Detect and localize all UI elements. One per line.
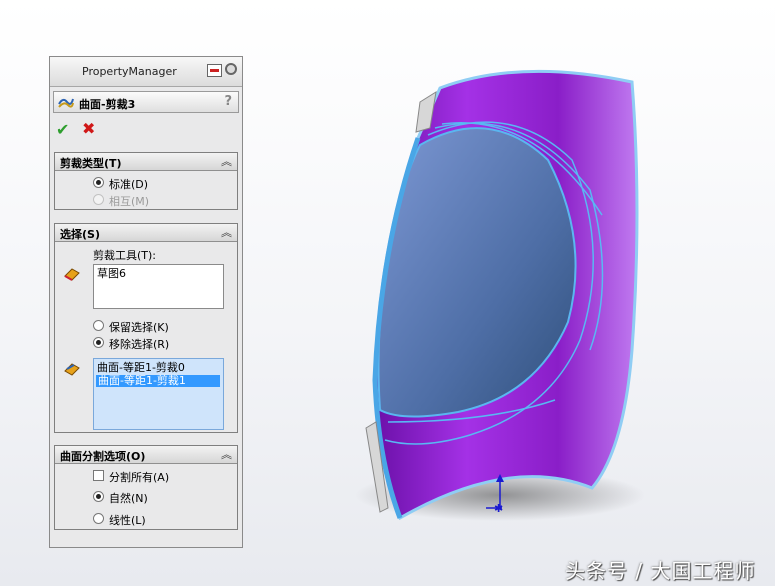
collapse-chevron-icon[interactable]: ︽ (221, 224, 232, 240)
radio-dot[interactable] (93, 491, 104, 502)
trim-tool-listbox[interactable]: 草图6 (93, 264, 224, 309)
radio-keep-label: 保留选择(K) (109, 321, 169, 334)
feature-title: 曲面-剪裁3 (79, 98, 136, 111)
radio-dot[interactable] (93, 513, 104, 524)
surface-split-header[interactable]: 曲面分割选项(O) ︽ (55, 446, 237, 464)
checkbox-split-all-label: 分割所有(A) (109, 471, 170, 484)
radio-dot[interactable] (93, 177, 104, 188)
surface-split-group: 曲面分割选项(O) ︽ 分割所有(A) 自然(N) 线性(L) (54, 445, 238, 530)
pin-icon[interactable] (225, 63, 237, 75)
watermark: 头条号 / 大国工程师 (565, 559, 756, 583)
checkbox-box[interactable] (93, 470, 104, 481)
panel-title: PropertyManager (82, 65, 177, 78)
list-item-selected[interactable]: 曲面-等距1-剪裁1 (96, 375, 220, 387)
ok-button[interactable]: ✔ (56, 120, 69, 139)
list-item[interactable]: 曲面-等距1-剪裁0 (97, 362, 185, 374)
list-item[interactable]: 草图6 (97, 268, 126, 280)
model-viewport[interactable]: ✱ (340, 50, 660, 530)
display-toggle-icon[interactable] (207, 64, 222, 77)
radio-dot (93, 194, 104, 205)
property-manager-panel: PropertyManager 曲面-剪裁3 ? ✔ ✖ 剪裁类型(T) ︽ 标… (49, 56, 243, 548)
feature-title-bar: 曲面-剪裁3 ? (53, 91, 239, 113)
selections-title: 选择(S) (60, 228, 100, 241)
radio-linear-label: 线性(L) (109, 514, 146, 527)
surface-trim-icon (58, 98, 74, 108)
cancel-button[interactable]: ✖ (82, 119, 95, 138)
collapse-chevron-icon[interactable]: ︽ (221, 446, 232, 462)
radio-remove-label: 移除选择(R) (109, 338, 170, 351)
trim-tool-label: 剪裁工具(T): (93, 249, 157, 262)
help-button[interactable]: ? (224, 94, 232, 109)
selections-group: 选择(S) ︽ 剪裁工具(T): 草图6 保留选择(K) 移除选择(R) 曲面-… (54, 223, 238, 433)
surface-split-title: 曲面分割选项(O) (60, 450, 146, 463)
trim-type-header[interactable]: 剪裁类型(T) ︽ (55, 153, 237, 171)
radio-standard-label: 标准(D) (109, 178, 149, 191)
collapse-chevron-icon[interactable]: ︽ (221, 153, 232, 169)
trim-type-group: 剪裁类型(T) ︽ 标准(D) 相互(M) (54, 152, 238, 210)
origin-icon: ✱ (494, 502, 503, 515)
pieces-selection-icon (64, 363, 80, 376)
selections-header[interactable]: 选择(S) ︽ (55, 224, 237, 242)
radio-dot[interactable] (93, 337, 104, 348)
radio-dot[interactable] (93, 320, 104, 331)
radio-mutual-label: 相互(M) (109, 195, 150, 208)
radio-natural-label: 自然(N) (109, 492, 148, 505)
property-manager-header: PropertyManager (50, 57, 242, 87)
trim-tool-selection-icon (64, 268, 80, 281)
trim-type-title: 剪裁类型(T) (60, 157, 122, 170)
pieces-listbox[interactable]: 曲面-等距1-剪裁0 曲面-等距1-剪裁1 (93, 358, 224, 430)
